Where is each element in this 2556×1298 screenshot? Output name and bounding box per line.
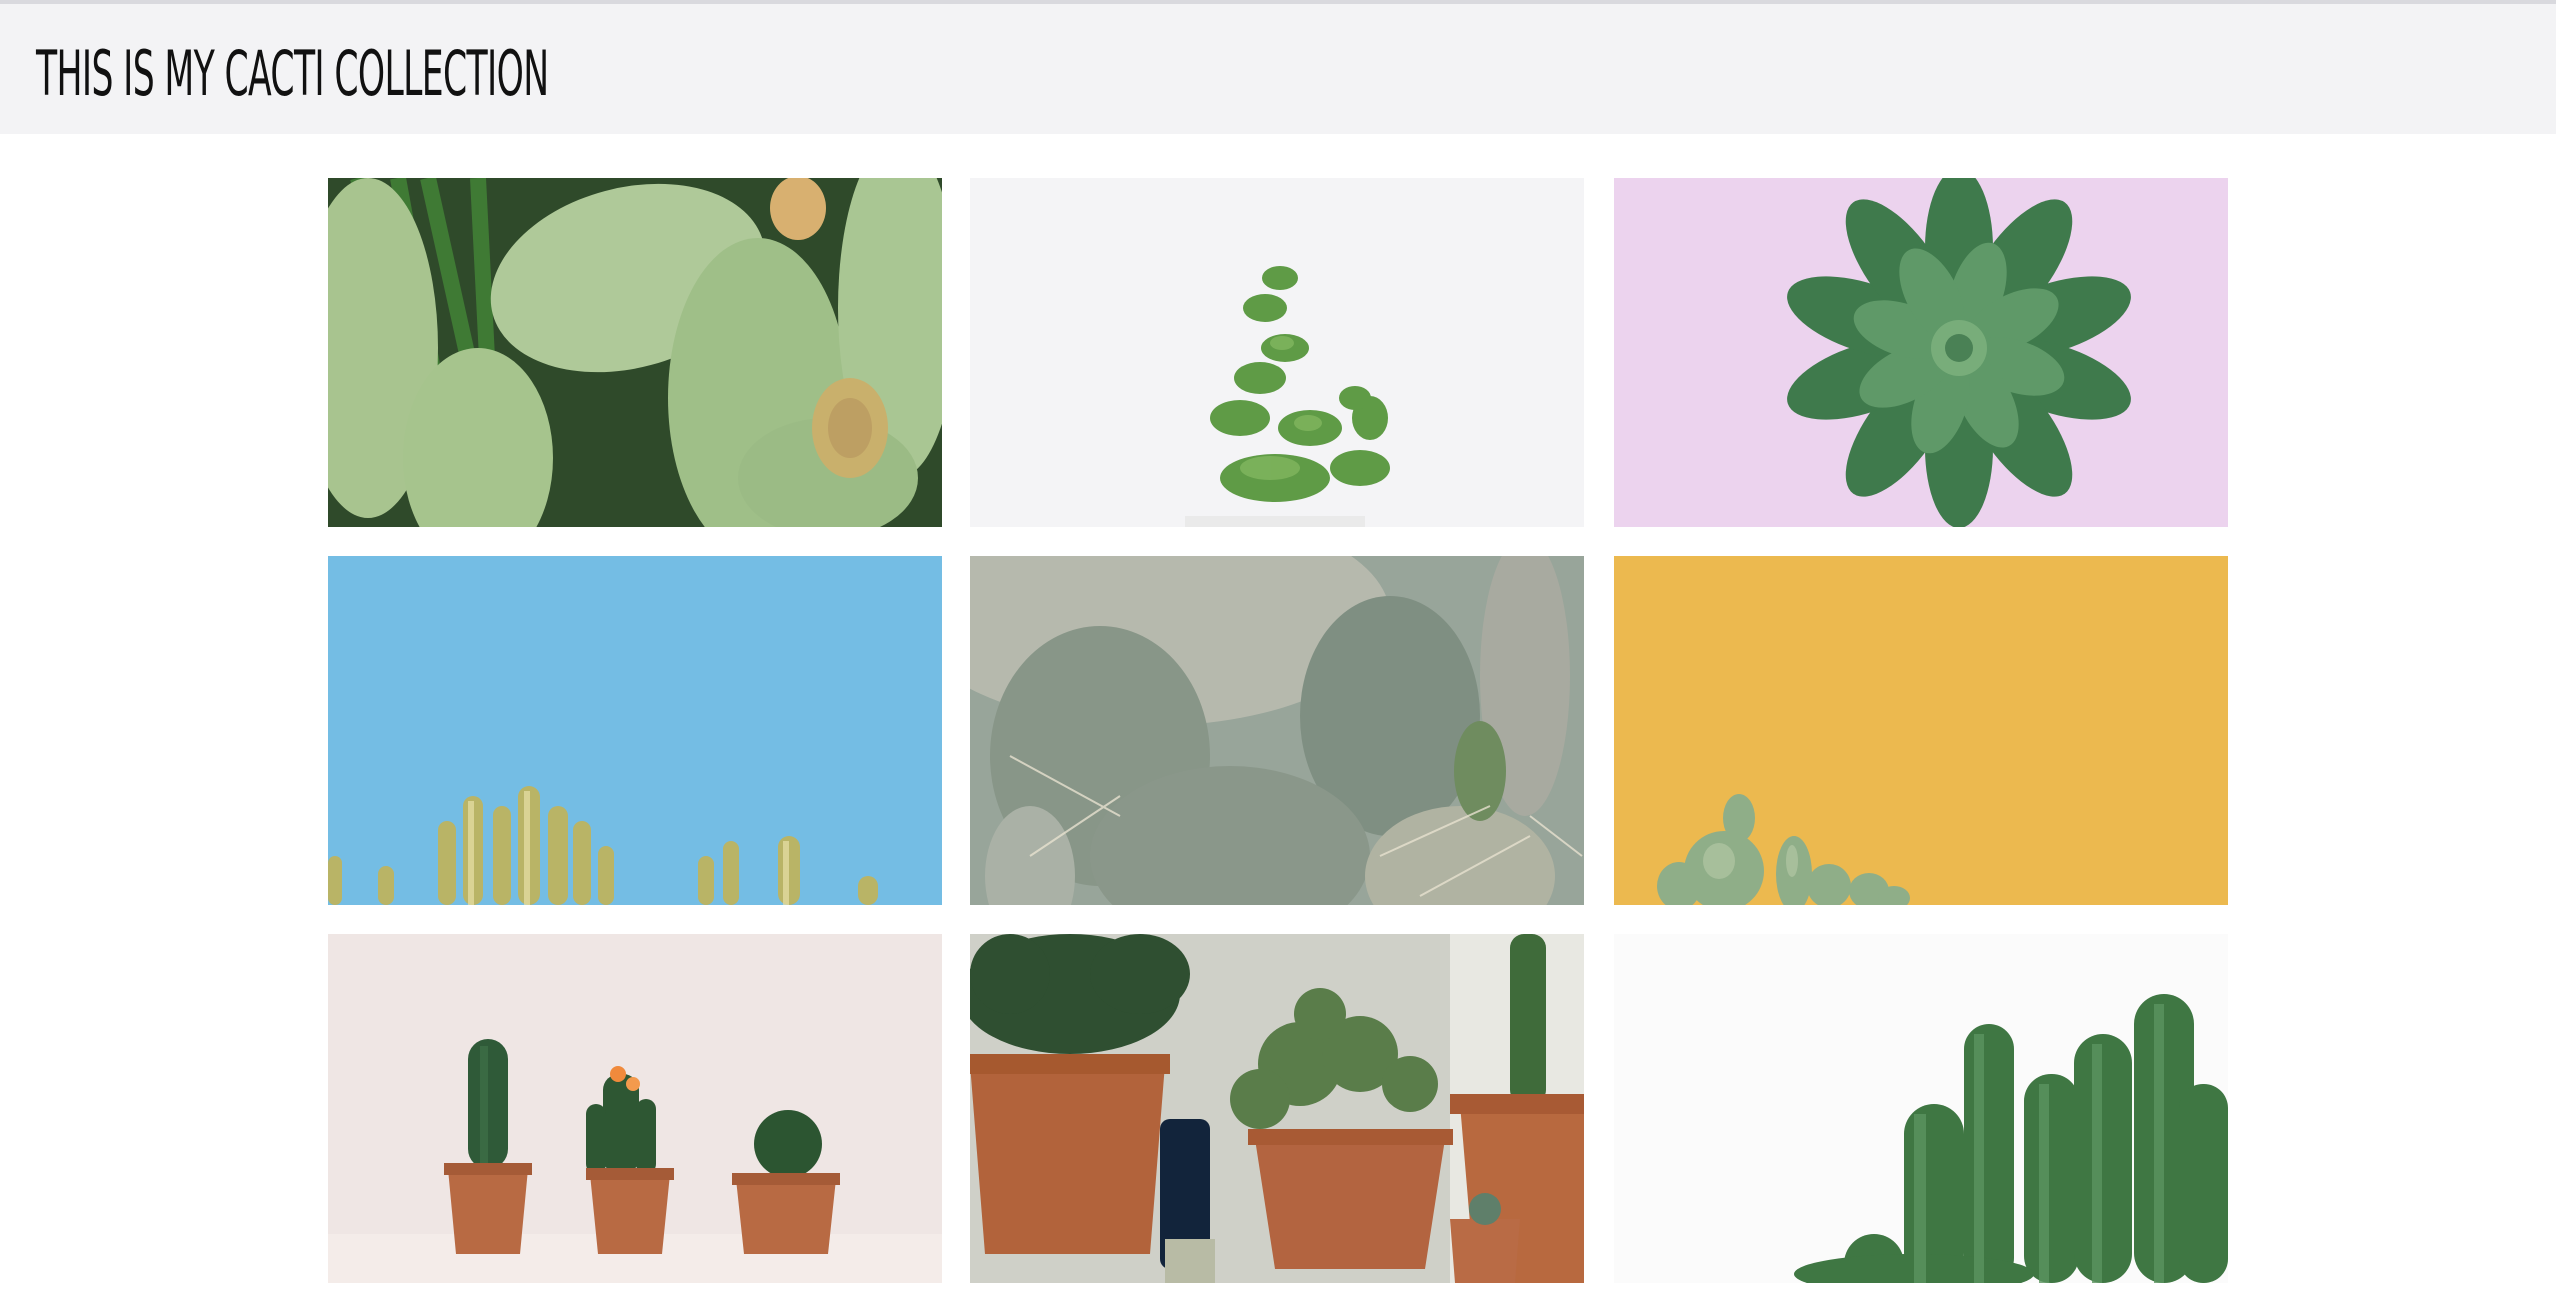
photo-tile-sky-cactus[interactable]: [328, 556, 942, 905]
columnar-cacti-image: [1614, 934, 2228, 1283]
hazy-cactus-image: [970, 556, 1584, 905]
page-title: THIS IS MY CACTI COLLECTION: [36, 37, 549, 110]
page-header: THIS IS MY CACTI COLLECTION: [0, 4, 2556, 134]
photo-tile-jade-succulent[interactable]: [970, 178, 1584, 527]
jade-succulent-image: [970, 178, 1584, 527]
photo-tile-columnar-cacti[interactable]: [1614, 934, 2228, 1283]
rosette-succulent-image: [1614, 178, 2228, 527]
sky-cactus-image: [328, 556, 942, 905]
photo-tile-yellow-cactus[interactable]: [1614, 556, 2228, 905]
photo-tile-prickly-pear[interactable]: [328, 178, 942, 527]
photo-tile-rosette-succulent[interactable]: [1614, 178, 2228, 527]
photo-tile-terracotta-pots[interactable]: [970, 934, 1584, 1283]
photo-tile-hazy-cactus[interactable]: [970, 556, 1584, 905]
prickly-pear-image: [328, 178, 942, 527]
terracotta-pots-image: [970, 934, 1584, 1283]
yellow-cactus-image: [1614, 556, 2228, 905]
photo-tile-potted-trio[interactable]: [328, 934, 942, 1283]
potted-trio-image: [328, 934, 942, 1283]
